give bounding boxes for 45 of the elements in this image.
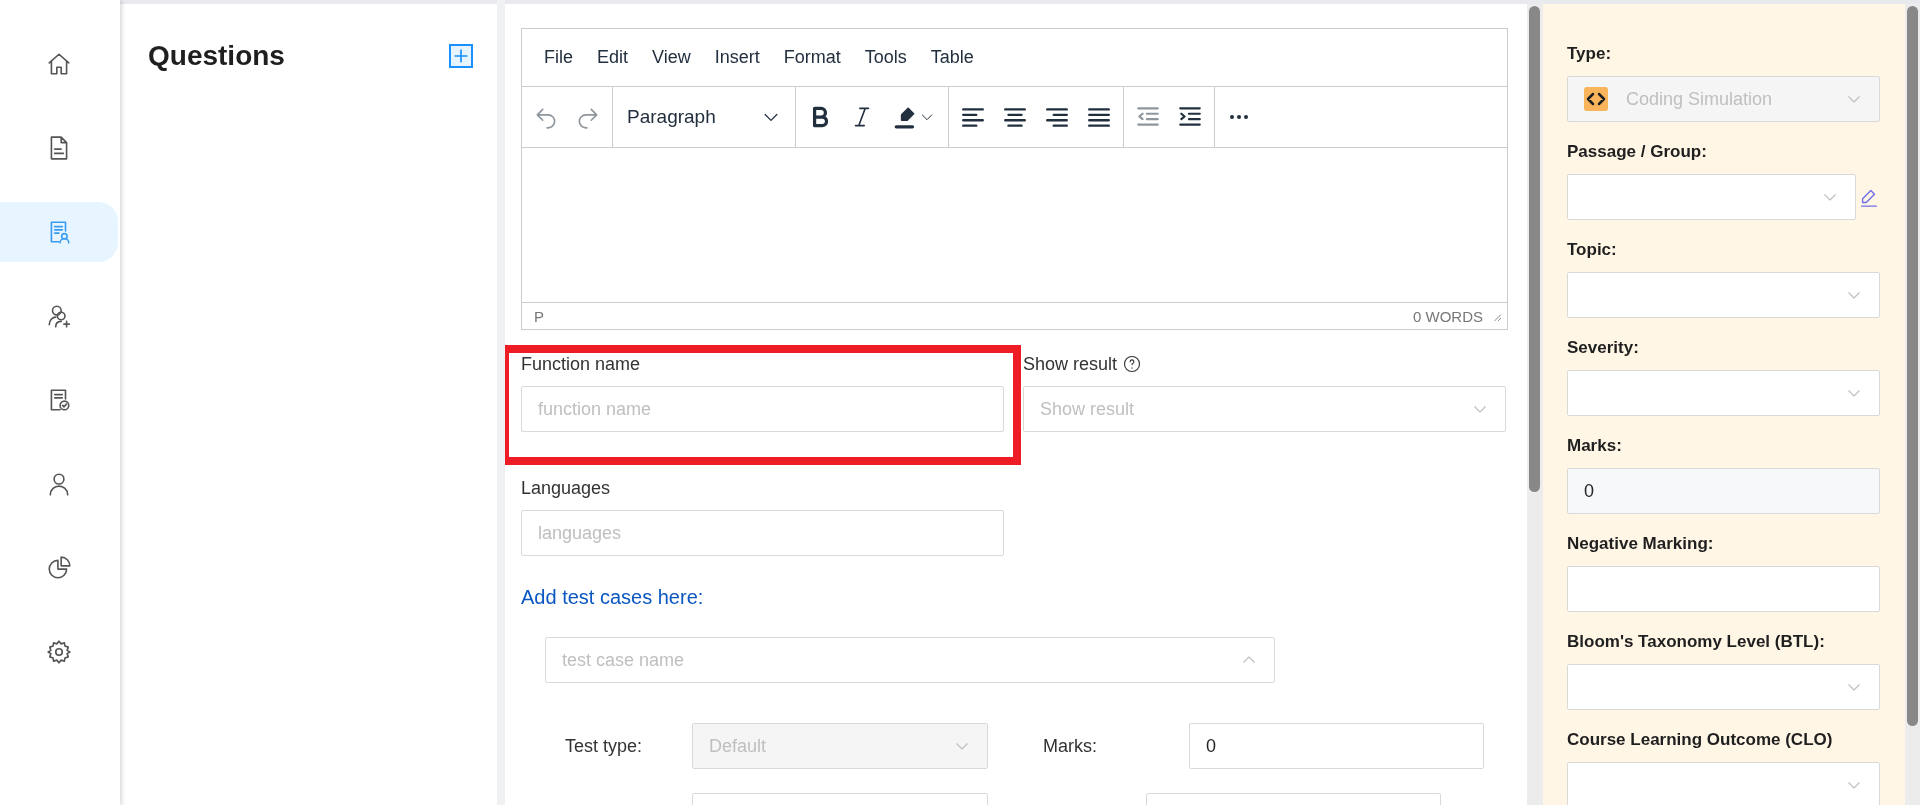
field-label: Passage / Group: bbox=[1567, 141, 1708, 163]
languages-field[interactable]: languages bbox=[521, 510, 1004, 556]
menu-item[interactable]: Insert bbox=[702, 47, 772, 68]
word-count: 0 WORDS bbox=[1413, 307, 1483, 325]
field-label: Languages bbox=[521, 476, 612, 500]
field-label: Marks: bbox=[1567, 435, 1623, 457]
add-test-cases-link[interactable]: Add test cases here: bbox=[521, 586, 704, 609]
field-label: Bloom's Taxonomy Level (BTL): bbox=[1567, 631, 1826, 653]
code-icon bbox=[1584, 87, 1608, 111]
settings-icon bbox=[46, 639, 72, 665]
field-label: Test type: bbox=[564, 735, 644, 757]
paragraph-dropdown[interactable]: Paragraph bbox=[619, 106, 789, 128]
more-icon bbox=[1228, 114, 1250, 120]
dropdown-field[interactable] bbox=[1567, 664, 1880, 710]
menu-item[interactable]: File bbox=[532, 47, 585, 68]
field-label: Negative Marking: bbox=[1567, 533, 1715, 555]
menu-item[interactable]: View bbox=[640, 47, 703, 68]
field-label: Topic: bbox=[1567, 239, 1618, 261]
dropdown-field[interactable] bbox=[1567, 762, 1880, 805]
people-add-icon bbox=[46, 303, 72, 329]
marks-field[interactable]: 0 bbox=[1567, 468, 1880, 514]
add-button[interactable] bbox=[449, 44, 473, 68]
menu-item[interactable]: Tools bbox=[852, 47, 919, 68]
pie-chart-icon bbox=[46, 555, 72, 581]
dropdown-field[interactable] bbox=[1567, 370, 1880, 416]
home-icon bbox=[46, 51, 72, 77]
dropdown-field[interactable] bbox=[1567, 272, 1880, 318]
field-label: Marks: bbox=[1042, 735, 1098, 757]
scrollbar-thumb[interactable] bbox=[1907, 6, 1918, 726]
field-label: Severity: bbox=[1567, 337, 1640, 359]
field-label: Course Learning Outcome (CLO) bbox=[1567, 729, 1834, 751]
marks-field[interactable]: 0 bbox=[1189, 723, 1484, 769]
input-field[interactable] bbox=[1567, 566, 1880, 612]
menu-item[interactable]: Table bbox=[918, 47, 986, 68]
element-path: P bbox=[534, 307, 544, 325]
menu-item[interactable]: Format bbox=[771, 47, 853, 68]
menu-item[interactable]: Edit bbox=[585, 47, 641, 68]
function-name-field[interactable]: function name bbox=[521, 386, 1004, 432]
nav-item[interactable] bbox=[0, 202, 118, 262]
field-label: Function name bbox=[521, 352, 642, 376]
panel-title: Questions bbox=[148, 40, 285, 72]
field-label: Type: bbox=[1567, 43, 1613, 65]
scrollbar-thumb[interactable] bbox=[1529, 6, 1540, 492]
help-icon bbox=[1123, 355, 1142, 373]
field-label: Show result bbox=[1023, 353, 1118, 375]
